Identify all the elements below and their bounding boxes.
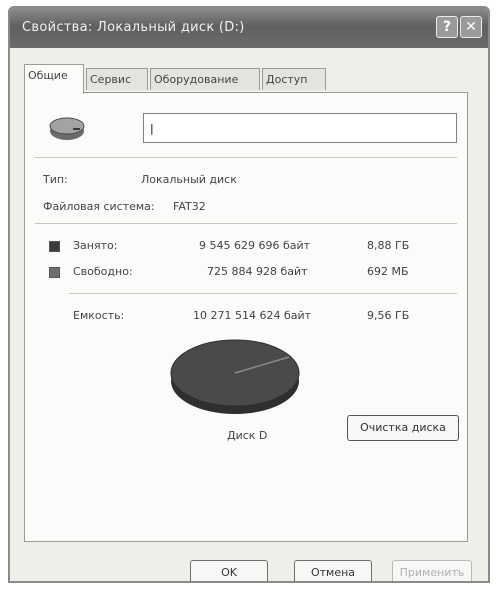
filesystem-label: Файловая система: bbox=[43, 200, 155, 213]
capacity-label: Емкость: bbox=[73, 309, 125, 322]
used-label: Занято: bbox=[73, 239, 118, 252]
help-icon[interactable]: ? bbox=[436, 16, 458, 38]
tab-hardware[interactable]: Оборудование bbox=[150, 68, 260, 90]
general-panel: Тип: Локальный диск Файловая система: FA… bbox=[24, 92, 468, 542]
drive-icon bbox=[49, 117, 85, 140]
properties-dialog: Свойства: Локальный диск (D:) ? ✕ Общие … bbox=[8, 6, 490, 583]
ok-button[interactable]: OK bbox=[190, 560, 268, 581]
filesystem-value: FAT32 bbox=[173, 200, 206, 213]
used-size: 8,88 ГБ bbox=[367, 239, 410, 252]
used-space-swatch bbox=[49, 241, 60, 252]
volume-name-input[interactable] bbox=[143, 113, 457, 143]
tab-sharing[interactable]: Доступ bbox=[262, 68, 326, 90]
window-title: Свойства: Локальный диск (D:) bbox=[22, 20, 245, 35]
free-bytes: 725 884 928 байт bbox=[207, 265, 308, 278]
separator bbox=[35, 157, 457, 158]
free-label: Свободно: bbox=[73, 265, 133, 278]
free-space-swatch bbox=[49, 267, 60, 278]
capacity-size: 9,56 ГБ bbox=[367, 309, 410, 322]
type-label: Тип: bbox=[43, 173, 68, 186]
tab-general[interactable]: Общие bbox=[24, 64, 84, 94]
disk-cleanup-button[interactable]: Очистка диска bbox=[347, 415, 459, 441]
title-bar[interactable]: Свойства: Локальный диск (D:) ? ✕ bbox=[10, 8, 488, 48]
capacity-bytes: 10 271 514 624 байт bbox=[193, 309, 312, 322]
tab-service[interactable]: Сервис bbox=[86, 68, 148, 90]
separator bbox=[69, 293, 457, 294]
cancel-button[interactable]: Отмена bbox=[294, 560, 372, 581]
free-size: 692 МБ bbox=[367, 265, 409, 278]
used-bytes: 9 545 629 696 байт bbox=[199, 239, 311, 252]
type-value: Локальный диск bbox=[141, 173, 237, 186]
disk-label: Диск D bbox=[227, 429, 268, 442]
separator bbox=[35, 223, 457, 224]
disk-usage-pie bbox=[170, 339, 300, 414]
apply-button[interactable]: Применить bbox=[392, 560, 472, 581]
close-icon[interactable]: ✕ bbox=[460, 16, 482, 38]
